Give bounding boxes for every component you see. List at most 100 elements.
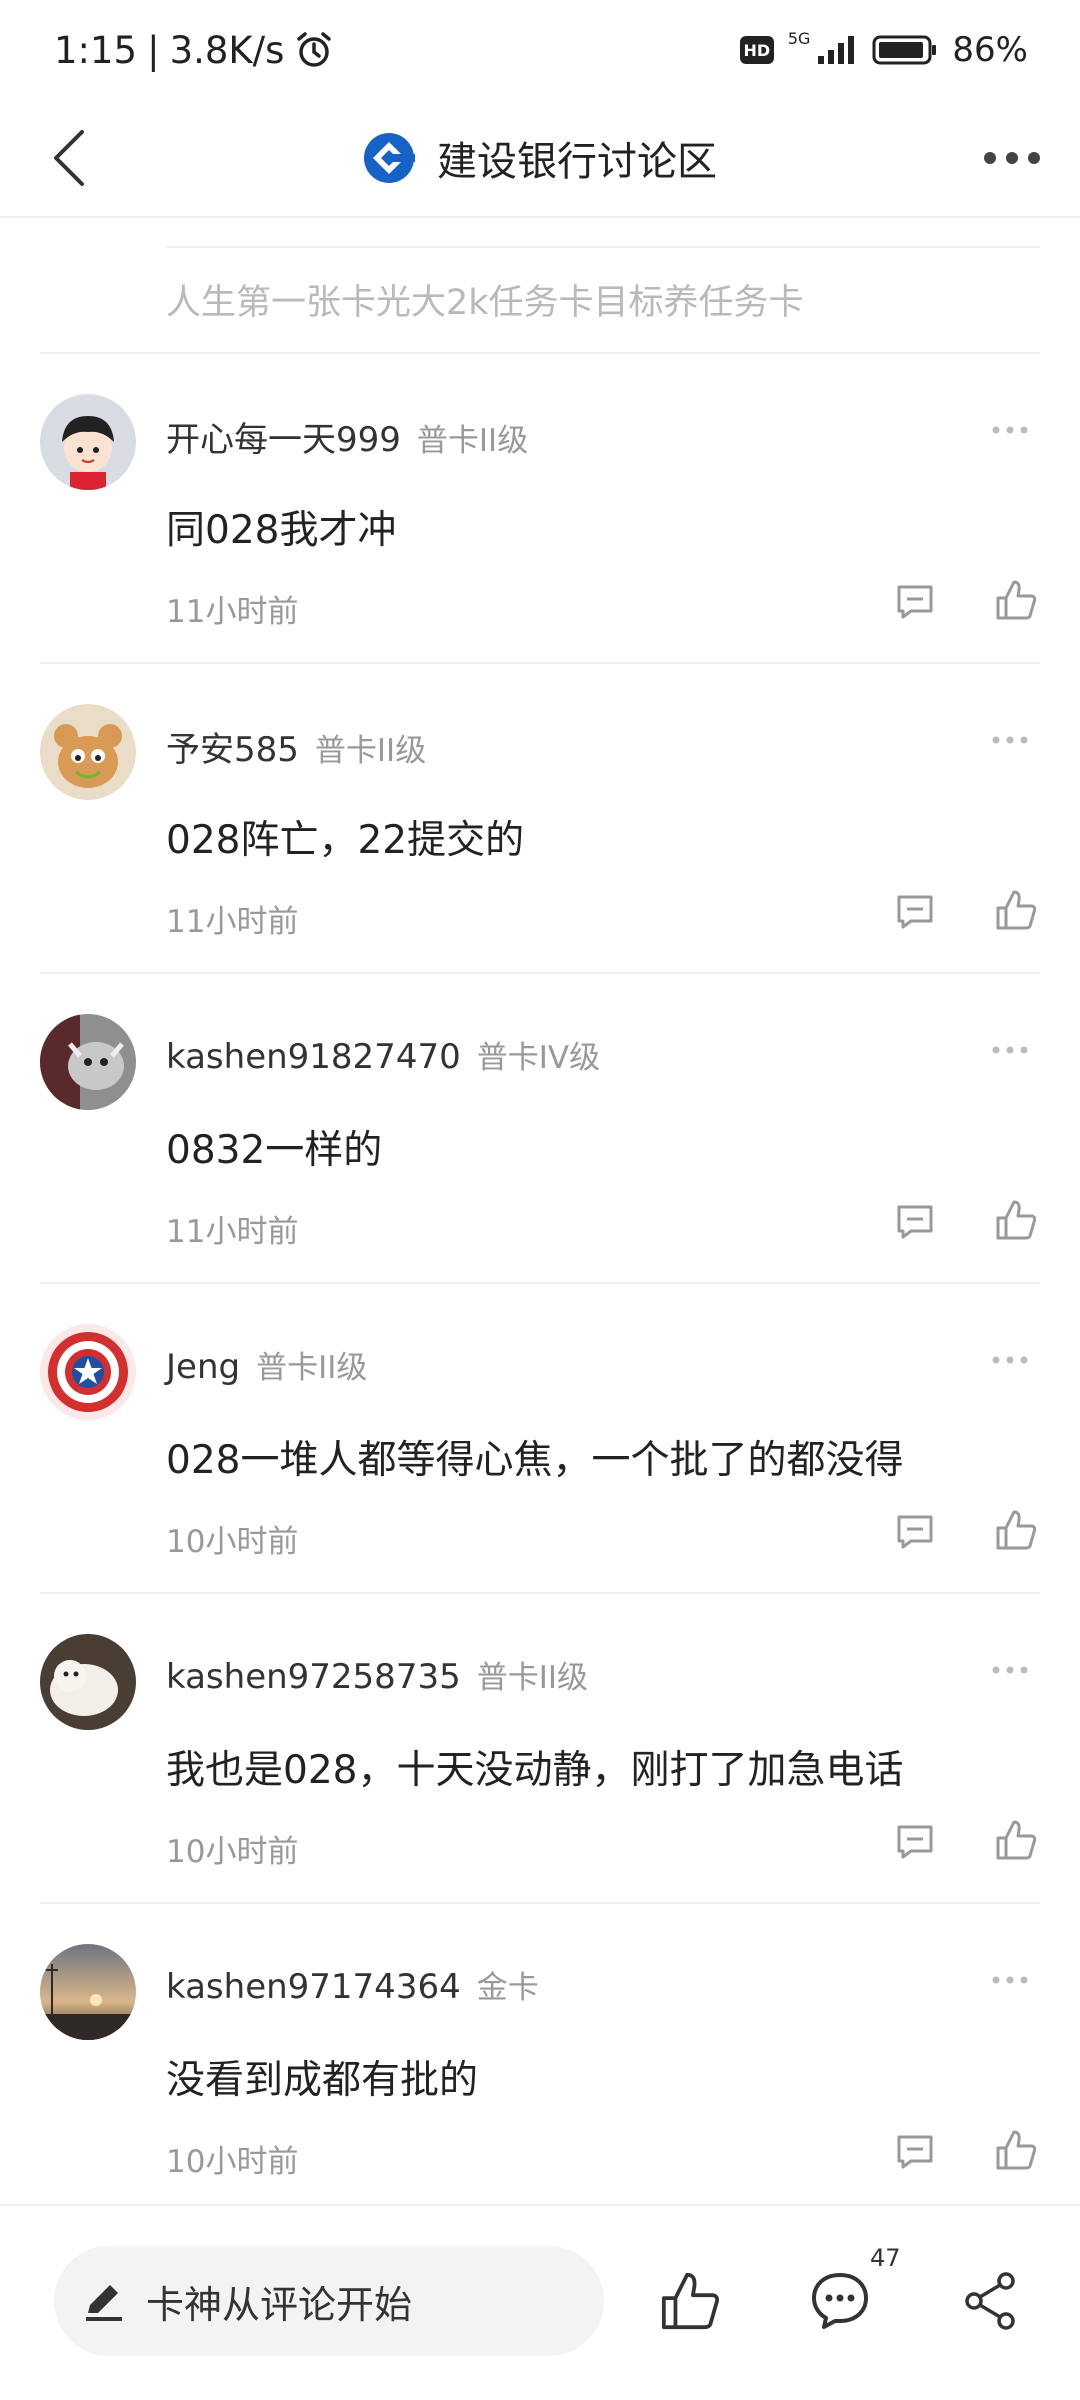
user-level: 普卡IV级 <box>476 1040 601 1076</box>
share-button[interactable] <box>950 2261 1030 2341</box>
net-speed: 3.8K/s <box>169 28 285 72</box>
page-title: 建设银行讨论区 <box>437 139 717 185</box>
thumbs-up-icon <box>996 890 1037 930</box>
more-options-button[interactable] <box>972 118 1052 198</box>
thumbs-up-icon <box>996 1510 1037 1550</box>
reply-button[interactable] <box>890 1816 940 1866</box>
chevron-left-icon <box>54 130 84 186</box>
comment-text: 028一堆人都等得心焦，一个批了的都没得 <box>166 1438 904 1483</box>
comment-item: 予安585 普卡II级 028阵亡，22提交的 11小时前 <box>40 664 1040 974</box>
comment-text: 同028我才冲 <box>166 508 397 553</box>
more-horizontal-icon <box>984 152 1040 164</box>
user-line: kashen97258735 普卡II级 <box>166 1652 588 1697</box>
username[interactable]: Jeng <box>166 1347 240 1387</box>
comment-input[interactable]: 卡神从评论开始 <box>54 2246 604 2356</box>
more-horizontal-icon <box>992 1666 1028 1674</box>
avatar[interactable] <box>40 704 136 800</box>
thumbs-up-icon <box>996 1820 1037 1860</box>
bottom-bar: 卡神从评论开始 47 <box>0 2204 1080 2400</box>
comment-icon <box>897 1825 933 1859</box>
user-level: 普卡II级 <box>314 733 427 769</box>
thumbs-up-icon <box>996 2130 1037 2170</box>
avatar[interactable] <box>40 1634 136 1730</box>
comment-input-placeholder: 卡神从评论开始 <box>146 2282 413 2327</box>
alarm-icon <box>297 32 332 67</box>
username[interactable]: kashen91827470 <box>166 1037 461 1077</box>
username[interactable]: kashen97174364 <box>166 1967 461 2007</box>
comment-icon <box>897 1515 933 1549</box>
like-button[interactable] <box>988 1192 1044 1248</box>
comment-icon <box>897 1205 933 1239</box>
battery-level: 86% <box>952 30 1028 70</box>
comment-icon <box>812 2273 868 2329</box>
more-horizontal-icon <box>992 426 1028 434</box>
comment-text: 028阵亡，22提交的 <box>166 818 525 863</box>
divider <box>166 246 1040 248</box>
hd-badge: HD <box>739 36 774 64</box>
signal-icon <box>818 36 855 64</box>
comment-time: 11小时前 <box>166 1214 299 1250</box>
user-line: 予安585 普卡II级 <box>166 722 426 771</box>
thumbs-up-icon <box>996 1200 1037 1240</box>
avatar[interactable] <box>40 1324 136 1420</box>
like-post-button[interactable] <box>650 2261 730 2341</box>
like-button[interactable] <box>988 882 1044 938</box>
reply-button[interactable] <box>890 886 940 936</box>
comments-button[interactable] <box>800 2261 880 2341</box>
comment-text: 没看到成都有批的 <box>166 2058 479 2103</box>
more-horizontal-icon <box>992 1046 1028 1054</box>
reply-button[interactable] <box>890 2126 940 2176</box>
comment-more-button[interactable] <box>980 1650 1040 1690</box>
user-level: 普卡II级 <box>416 423 529 459</box>
avatar[interactable] <box>40 1944 136 2040</box>
user-level: 普卡II级 <box>256 1350 368 1386</box>
avatar[interactable] <box>40 394 136 490</box>
like-button[interactable] <box>988 2122 1044 2178</box>
comment-item: kashen91827470 普卡IV级 0832一样的 11小时前 <box>40 974 1040 1284</box>
comment-more-button[interactable] <box>980 1960 1040 2000</box>
comment-time: 11小时前 <box>166 904 299 940</box>
user-line: 开心每一天999 普卡II级 <box>166 412 528 461</box>
comment-text: 我也是028，十天没动静，刚打了加急电话 <box>166 1748 904 1793</box>
reply-preview-text: 人生第一张卡光大2k任务卡目标养任务卡 <box>166 283 804 323</box>
comment-more-button[interactable] <box>980 410 1040 450</box>
reply-button[interactable] <box>890 1506 940 1556</box>
header: 建设银行讨论区 <box>0 100 1080 218</box>
comment-time: 11小时前 <box>166 594 299 630</box>
comment-item: kashen97174364 金卡 没看到成都有批的 10小时前 <box>40 1904 1040 2214</box>
share-icon <box>965 2272 1015 2330</box>
user-line: Jeng 普卡II级 <box>166 1342 367 1387</box>
comment-item: 开心每一天999 普卡II级 同028我才冲 11小时前 <box>40 354 1040 664</box>
more-horizontal-icon <box>992 1976 1028 1984</box>
username[interactable]: kashen97258735 <box>166 1657 461 1697</box>
comment-time: 10小时前 <box>166 1834 299 1870</box>
user-level: 普卡II级 <box>476 1660 589 1696</box>
back-button[interactable] <box>30 118 110 198</box>
comment-time: 10小时前 <box>166 1524 299 1560</box>
username[interactable]: 予安585 <box>166 722 299 771</box>
comment-more-button[interactable] <box>980 1030 1040 1070</box>
more-horizontal-icon <box>992 1356 1028 1364</box>
thumbs-up-icon <box>661 2272 720 2330</box>
comment-count: 47 <box>870 2244 901 2272</box>
comment-icon <box>897 2135 933 2169</box>
comment-item: kashen97258735 普卡II级 我也是028，十天没动静，刚打了加急电… <box>40 1594 1040 1904</box>
reply-button[interactable] <box>890 576 940 626</box>
like-button[interactable] <box>988 1502 1044 1558</box>
comment-icon <box>897 895 933 929</box>
comment-more-button[interactable] <box>980 720 1040 760</box>
avatar[interactable] <box>40 1014 136 1110</box>
comment-more-button[interactable] <box>980 1340 1040 1380</box>
status-separator: | <box>147 28 160 72</box>
network-type: 5G <box>787 28 811 48</box>
thumbs-up-icon <box>996 580 1037 620</box>
user-line: kashen91827470 普卡IV级 <box>166 1032 600 1077</box>
more-horizontal-icon <box>992 736 1028 744</box>
status-time: 1:15 <box>54 28 138 72</box>
like-button[interactable] <box>988 572 1044 628</box>
like-button[interactable] <box>988 1812 1044 1868</box>
status-right: HD 5G 86% <box>739 28 1028 70</box>
username[interactable]: 开心每一天999 <box>166 412 401 461</box>
reply-button[interactable] <box>890 1196 940 1246</box>
header-title-group: 建设银行讨论区 <box>363 129 717 187</box>
